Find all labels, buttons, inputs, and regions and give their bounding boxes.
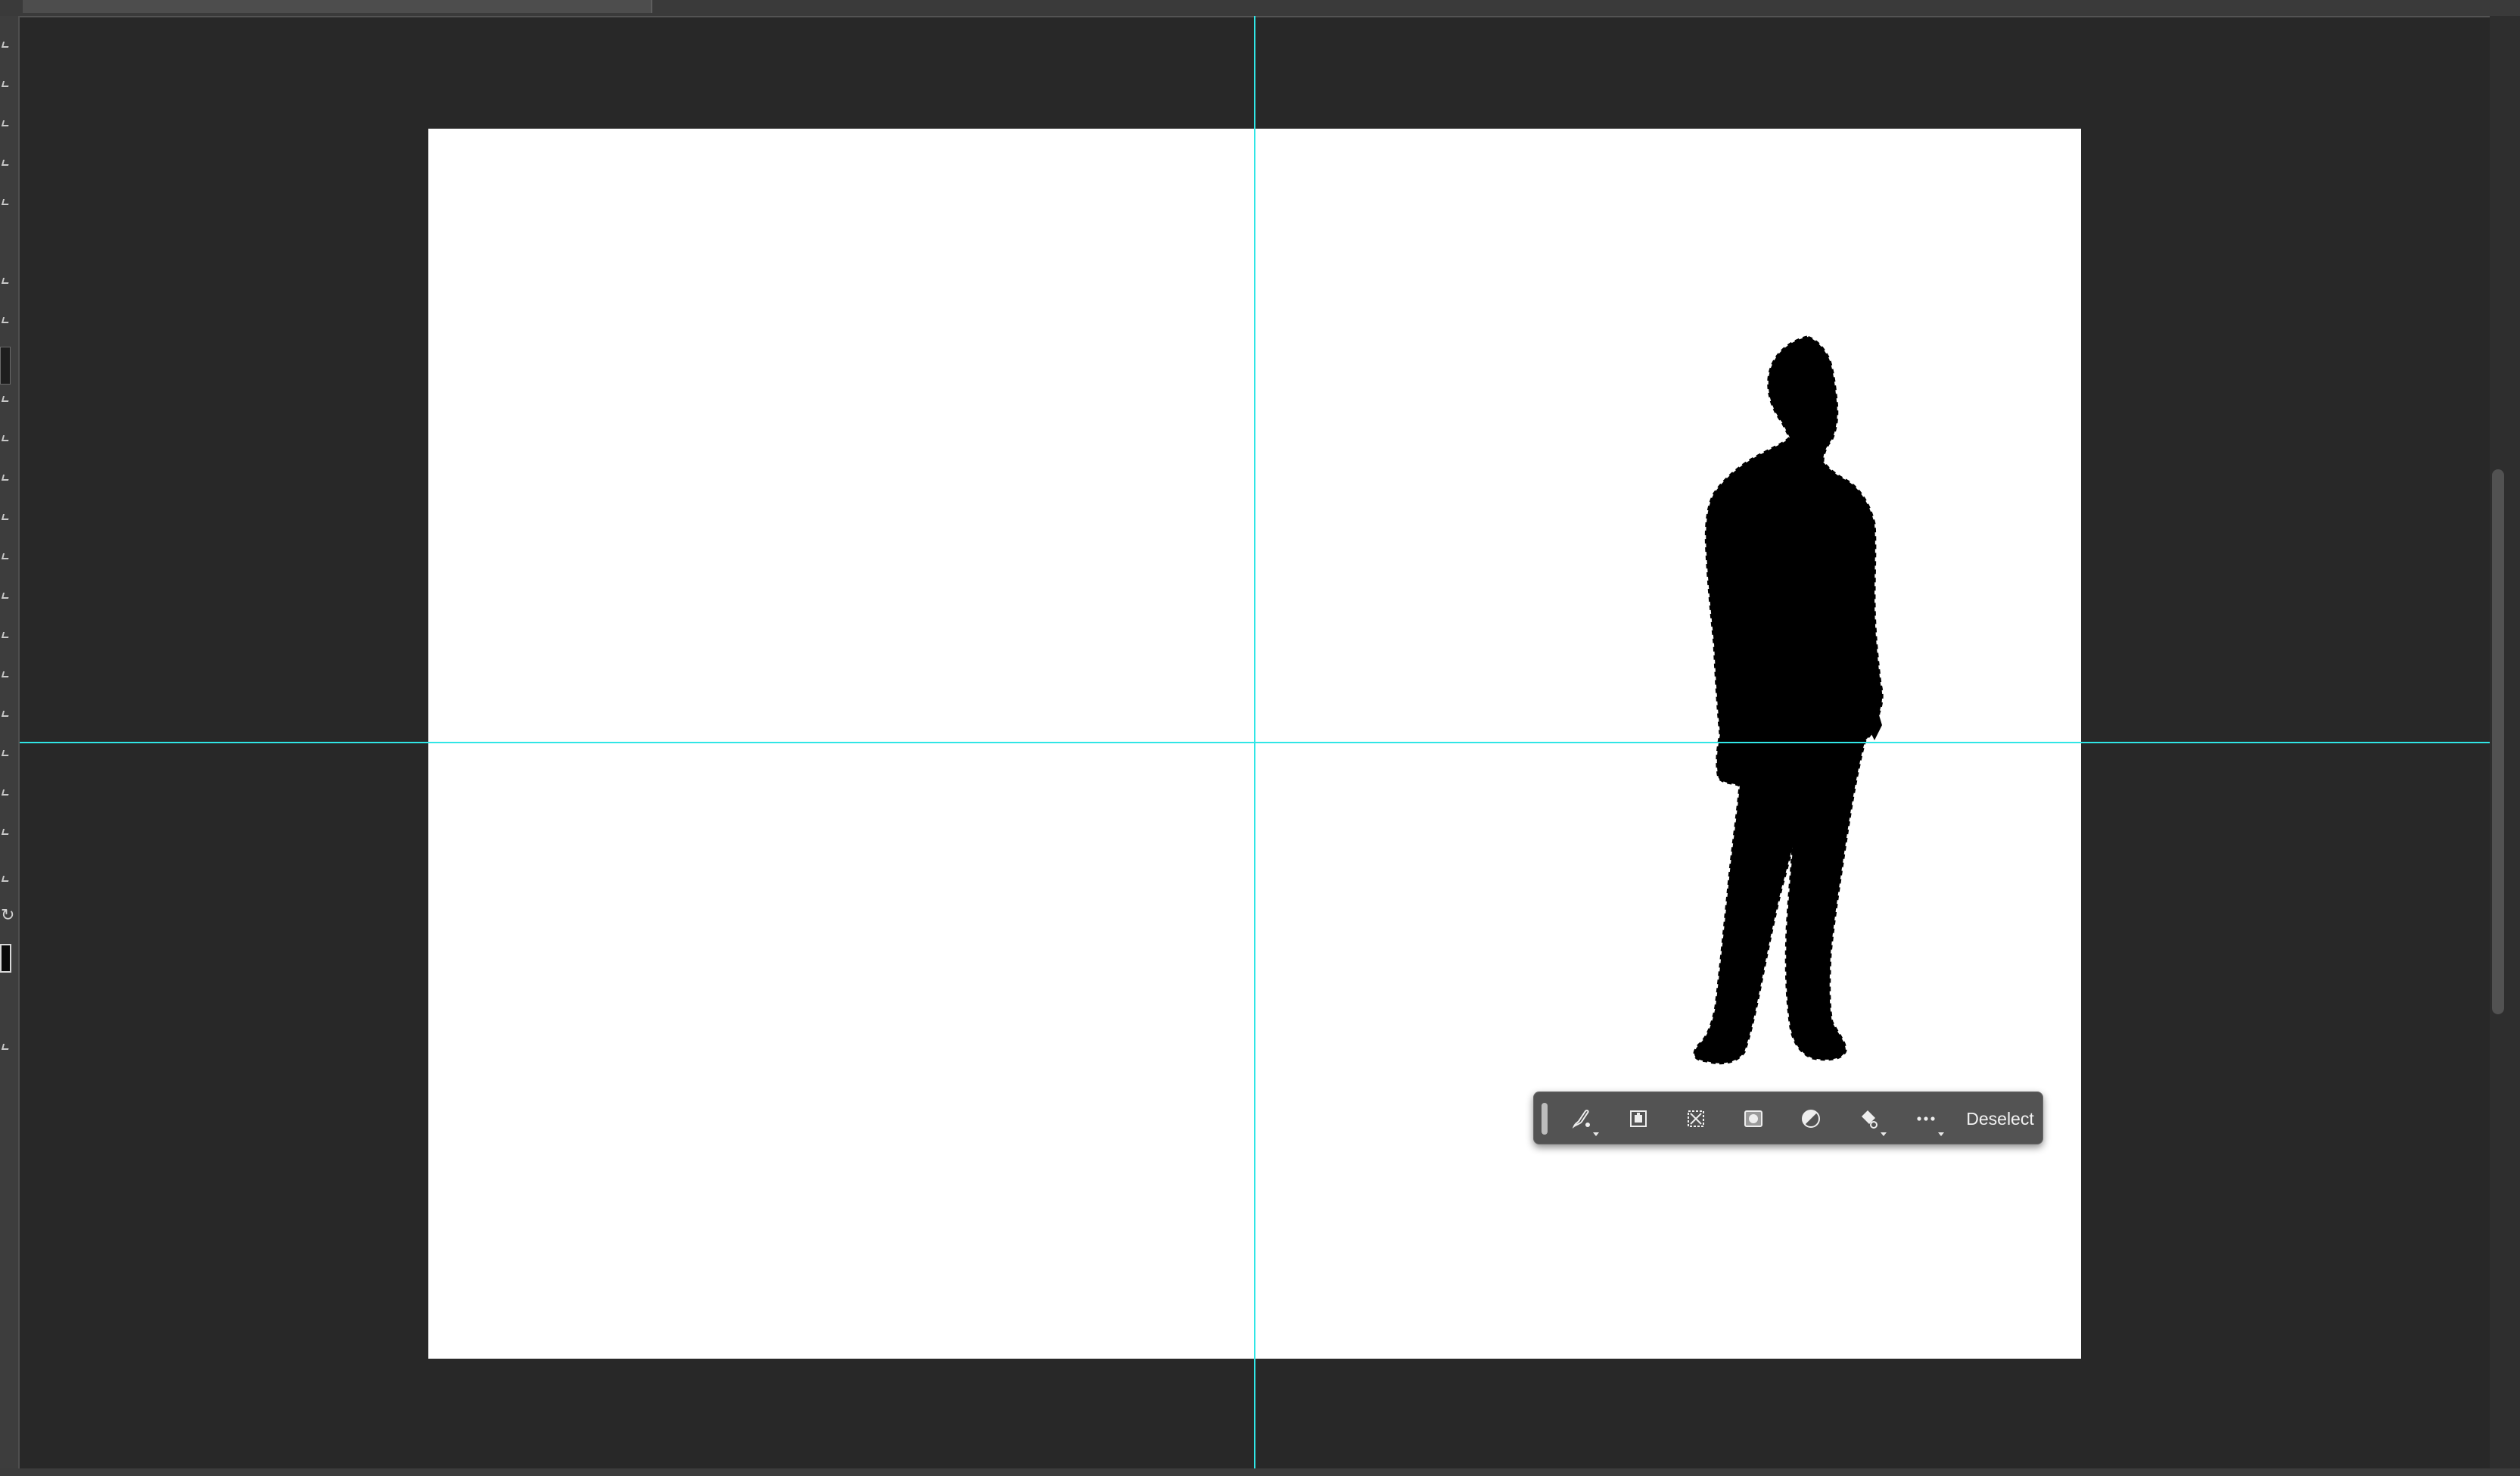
brush-mask-button[interactable]: [1560, 1100, 1602, 1138]
more-options-icon: [1917, 1116, 1935, 1121]
type-tool-icon[interactable]: [1, 750, 11, 756]
vertical-scrollbar-thumb[interactable]: [2492, 469, 2504, 1014]
document-tab-bar: [0, 0, 2520, 17]
blur-tool-icon[interactable]: [1, 632, 11, 638]
eyedropper-tool-icon[interactable]: [1, 317, 11, 323]
transform-selection-button[interactable]: [1675, 1100, 1717, 1138]
adjustment-layer-button[interactable]: [1790, 1100, 1832, 1138]
more-options-menu-caret: [1938, 1132, 1944, 1136]
quick-mask-icon[interactable]: [1, 1044, 11, 1050]
transform-selection-icon: [1688, 1110, 1704, 1127]
active-tool-highlight[interactable]: [0, 347, 11, 385]
eraser-tool-icon[interactable]: [1, 553, 11, 559]
hand-tool-icon[interactable]: [1, 876, 11, 882]
fill-selection-button[interactable]: [1847, 1100, 1890, 1138]
document-tab-title: [39, 0, 637, 7]
create-mask-button[interactable]: [1732, 1100, 1775, 1138]
person-silhouette-selection[interactable]: [1661, 325, 1918, 1082]
history-brush-tool-icon[interactable]: [1, 514, 11, 520]
frame-tool-icon[interactable]: [1, 278, 11, 284]
deselect-button[interactable]: Deselect: [1964, 1100, 2036, 1138]
path-selection-tool-icon[interactable]: [1, 789, 11, 796]
marquee-tool-icon[interactable]: [1, 81, 11, 87]
gradient-tool-icon[interactable]: [1, 593, 11, 599]
lasso-tool-icon[interactable]: [1, 120, 11, 126]
fill-selection-icon: [1862, 1110, 1878, 1129]
clone-stamp-tool-icon[interactable]: [1, 475, 11, 481]
create-mask-icon: [1744, 1110, 1762, 1127]
brush-mask-icon: [1572, 1110, 1590, 1129]
brush-tool-icon[interactable]: [1, 435, 11, 441]
move-tool-icon[interactable]: [1, 42, 11, 48]
invert-selection-icon: [1630, 1110, 1647, 1127]
brush-mask-menu-caret: [1593, 1132, 1599, 1136]
tools-panel: ↻: [0, 16, 20, 1476]
quick-selection-tool-icon[interactable]: [1, 160, 11, 166]
contextual-taskbar: Deselect: [1533, 1091, 2043, 1144]
invert-selection-button[interactable]: [1617, 1100, 1660, 1138]
status-bar: [0, 1468, 2520, 1476]
taskbar-drag-handle[interactable]: [1542, 1103, 1548, 1135]
adjustment-layer-icon: [1802, 1110, 1820, 1128]
healing-brush-tool-icon[interactable]: [1, 396, 11, 402]
pen-tool-icon[interactable]: [1, 711, 11, 717]
dodge-tool-icon[interactable]: [1, 671, 11, 677]
horizontal-guide[interactable]: [20, 742, 2490, 743]
foreground-color-swatch[interactable]: [0, 944, 11, 973]
crop-tool-icon[interactable]: [1, 199, 11, 205]
more-options-button[interactable]: [1905, 1100, 1947, 1138]
swap-colors-icon[interactable]: ↻: [1, 907, 14, 923]
document-tab[interactable]: [23, 0, 652, 13]
rectangle-tool-icon[interactable]: [1, 829, 11, 835]
fill-selection-menu-caret: [1881, 1132, 1887, 1136]
